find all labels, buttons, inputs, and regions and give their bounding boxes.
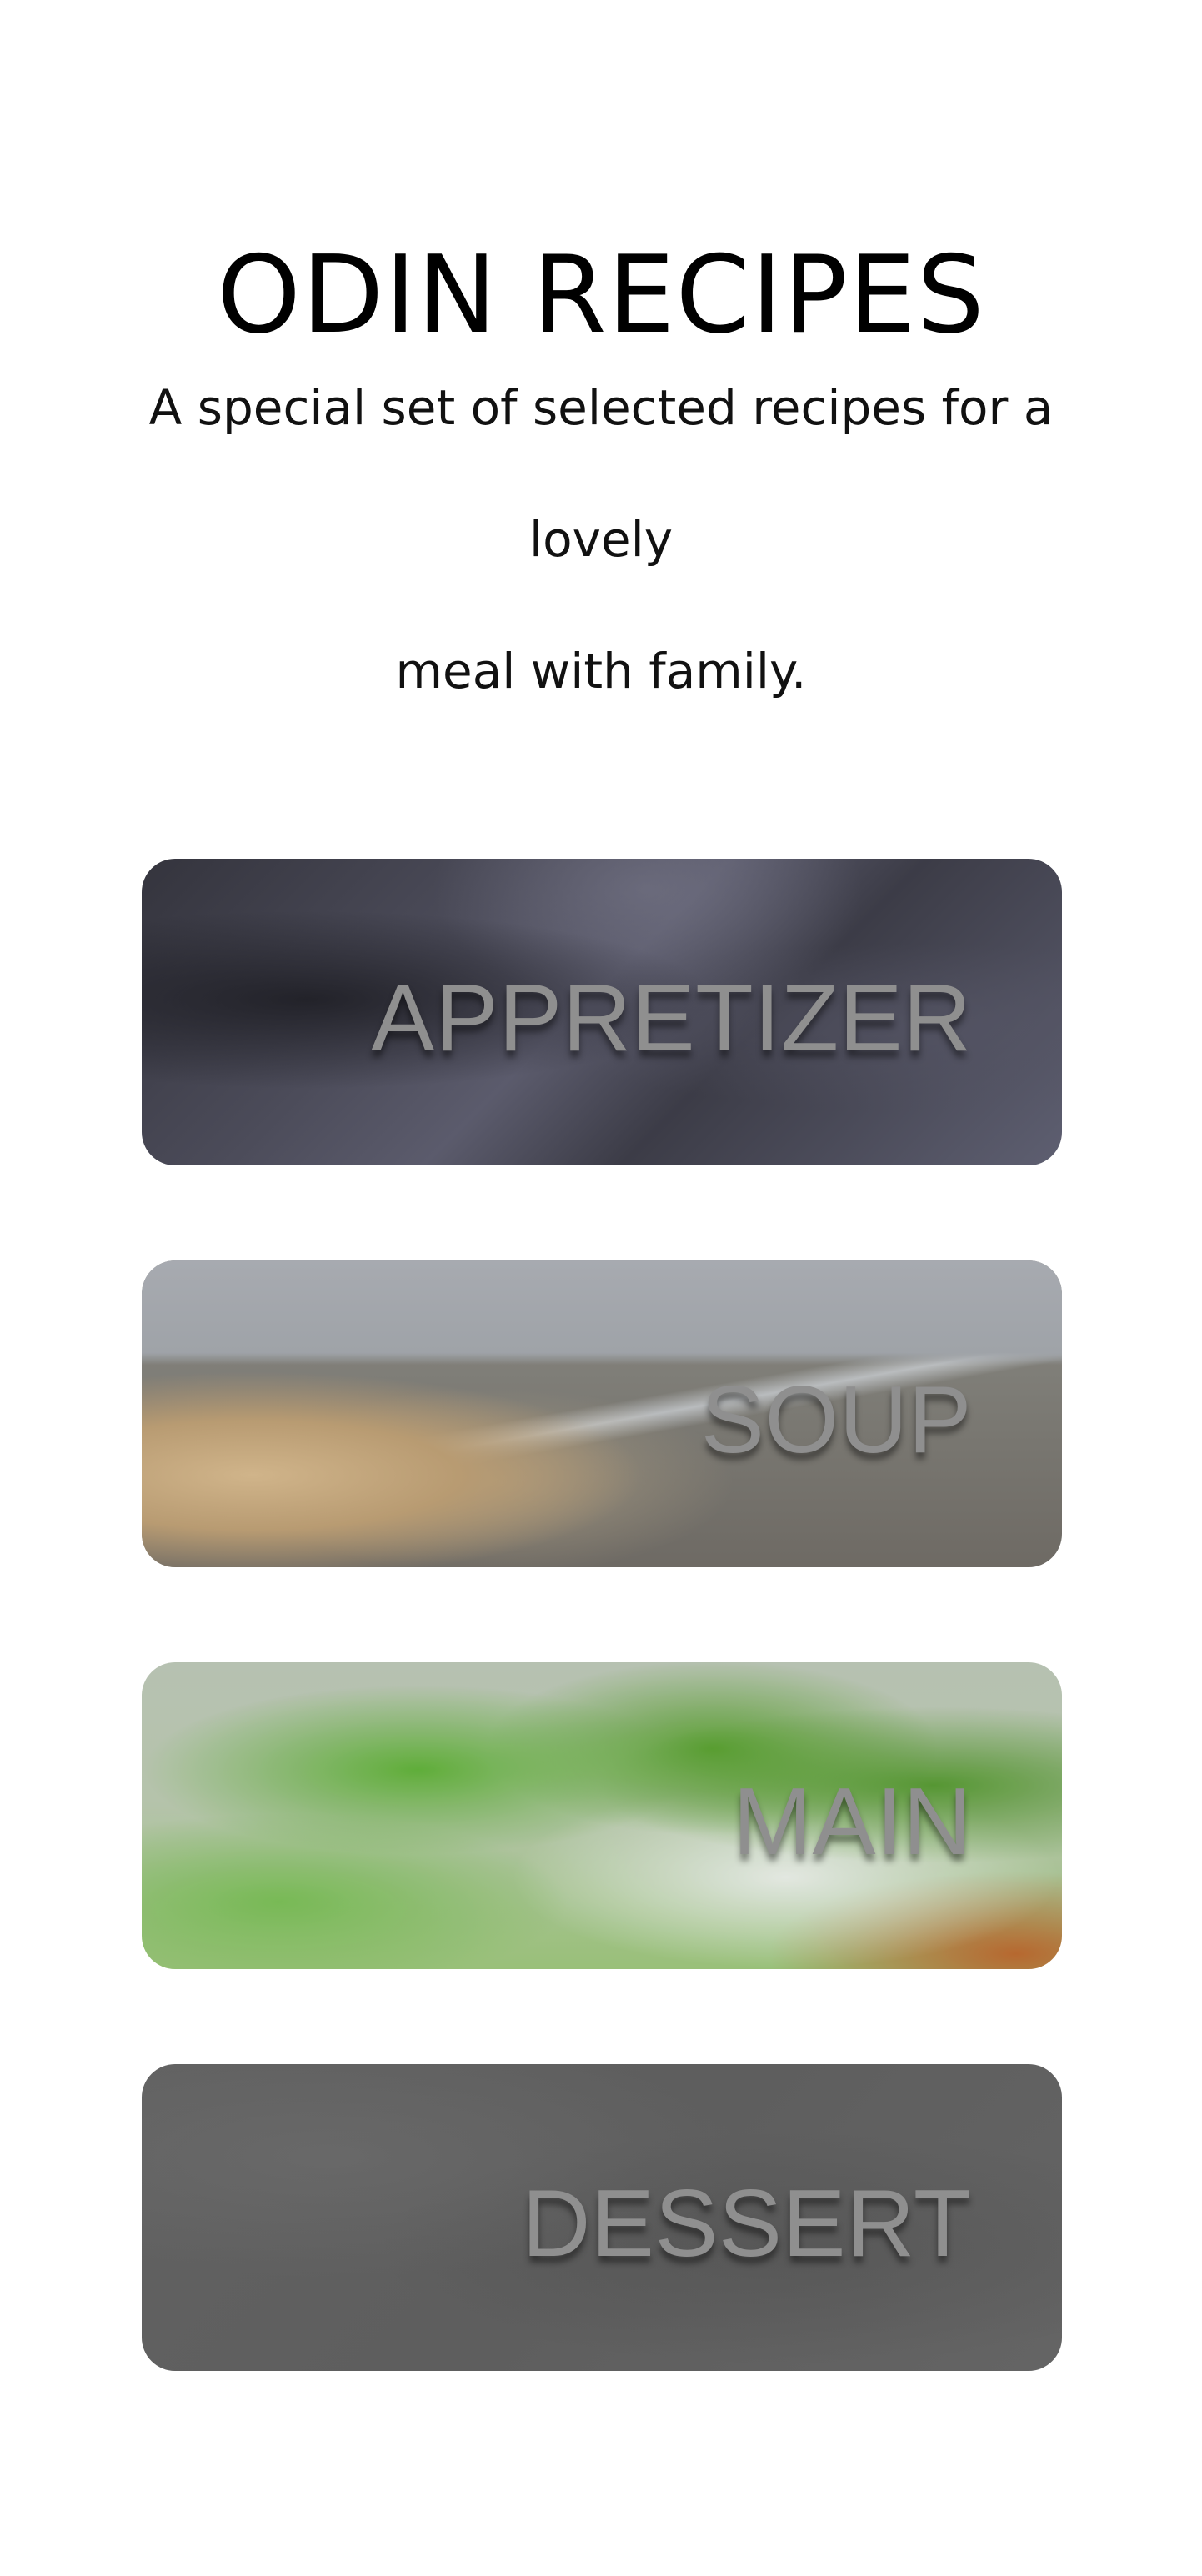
category-card-soup[interactable]: SOUP <box>142 1260 1062 1567</box>
category-card-appetizer[interactable]: APPRETIZER <box>142 859 1062 1165</box>
category-card-dessert[interactable]: DESSERT <box>142 2064 1062 2371</box>
category-card-main[interactable]: MAIN <box>142 1662 1062 1969</box>
category-label-soup: SOUP <box>700 1367 972 1473</box>
page-header: ODIN RECIPES A special set of selected r… <box>0 233 1202 737</box>
category-label-dessert: DESSERT <box>522 2171 972 2277</box>
page-subtitle-line-1: A special set of selected recipes for a … <box>148 379 1054 568</box>
category-label-main: MAIN <box>733 1769 972 1875</box>
page-subtitle: A special set of selected recipes for a … <box>101 342 1101 737</box>
category-label-appetizer: APPRETIZER <box>371 965 972 1071</box>
page-title: ODIN RECIPES <box>217 233 985 358</box>
page-subtitle-line-2: meal with family. <box>395 643 807 699</box>
category-list: APPRETIZER SOUP MAIN DESSERT <box>142 859 1062 2371</box>
